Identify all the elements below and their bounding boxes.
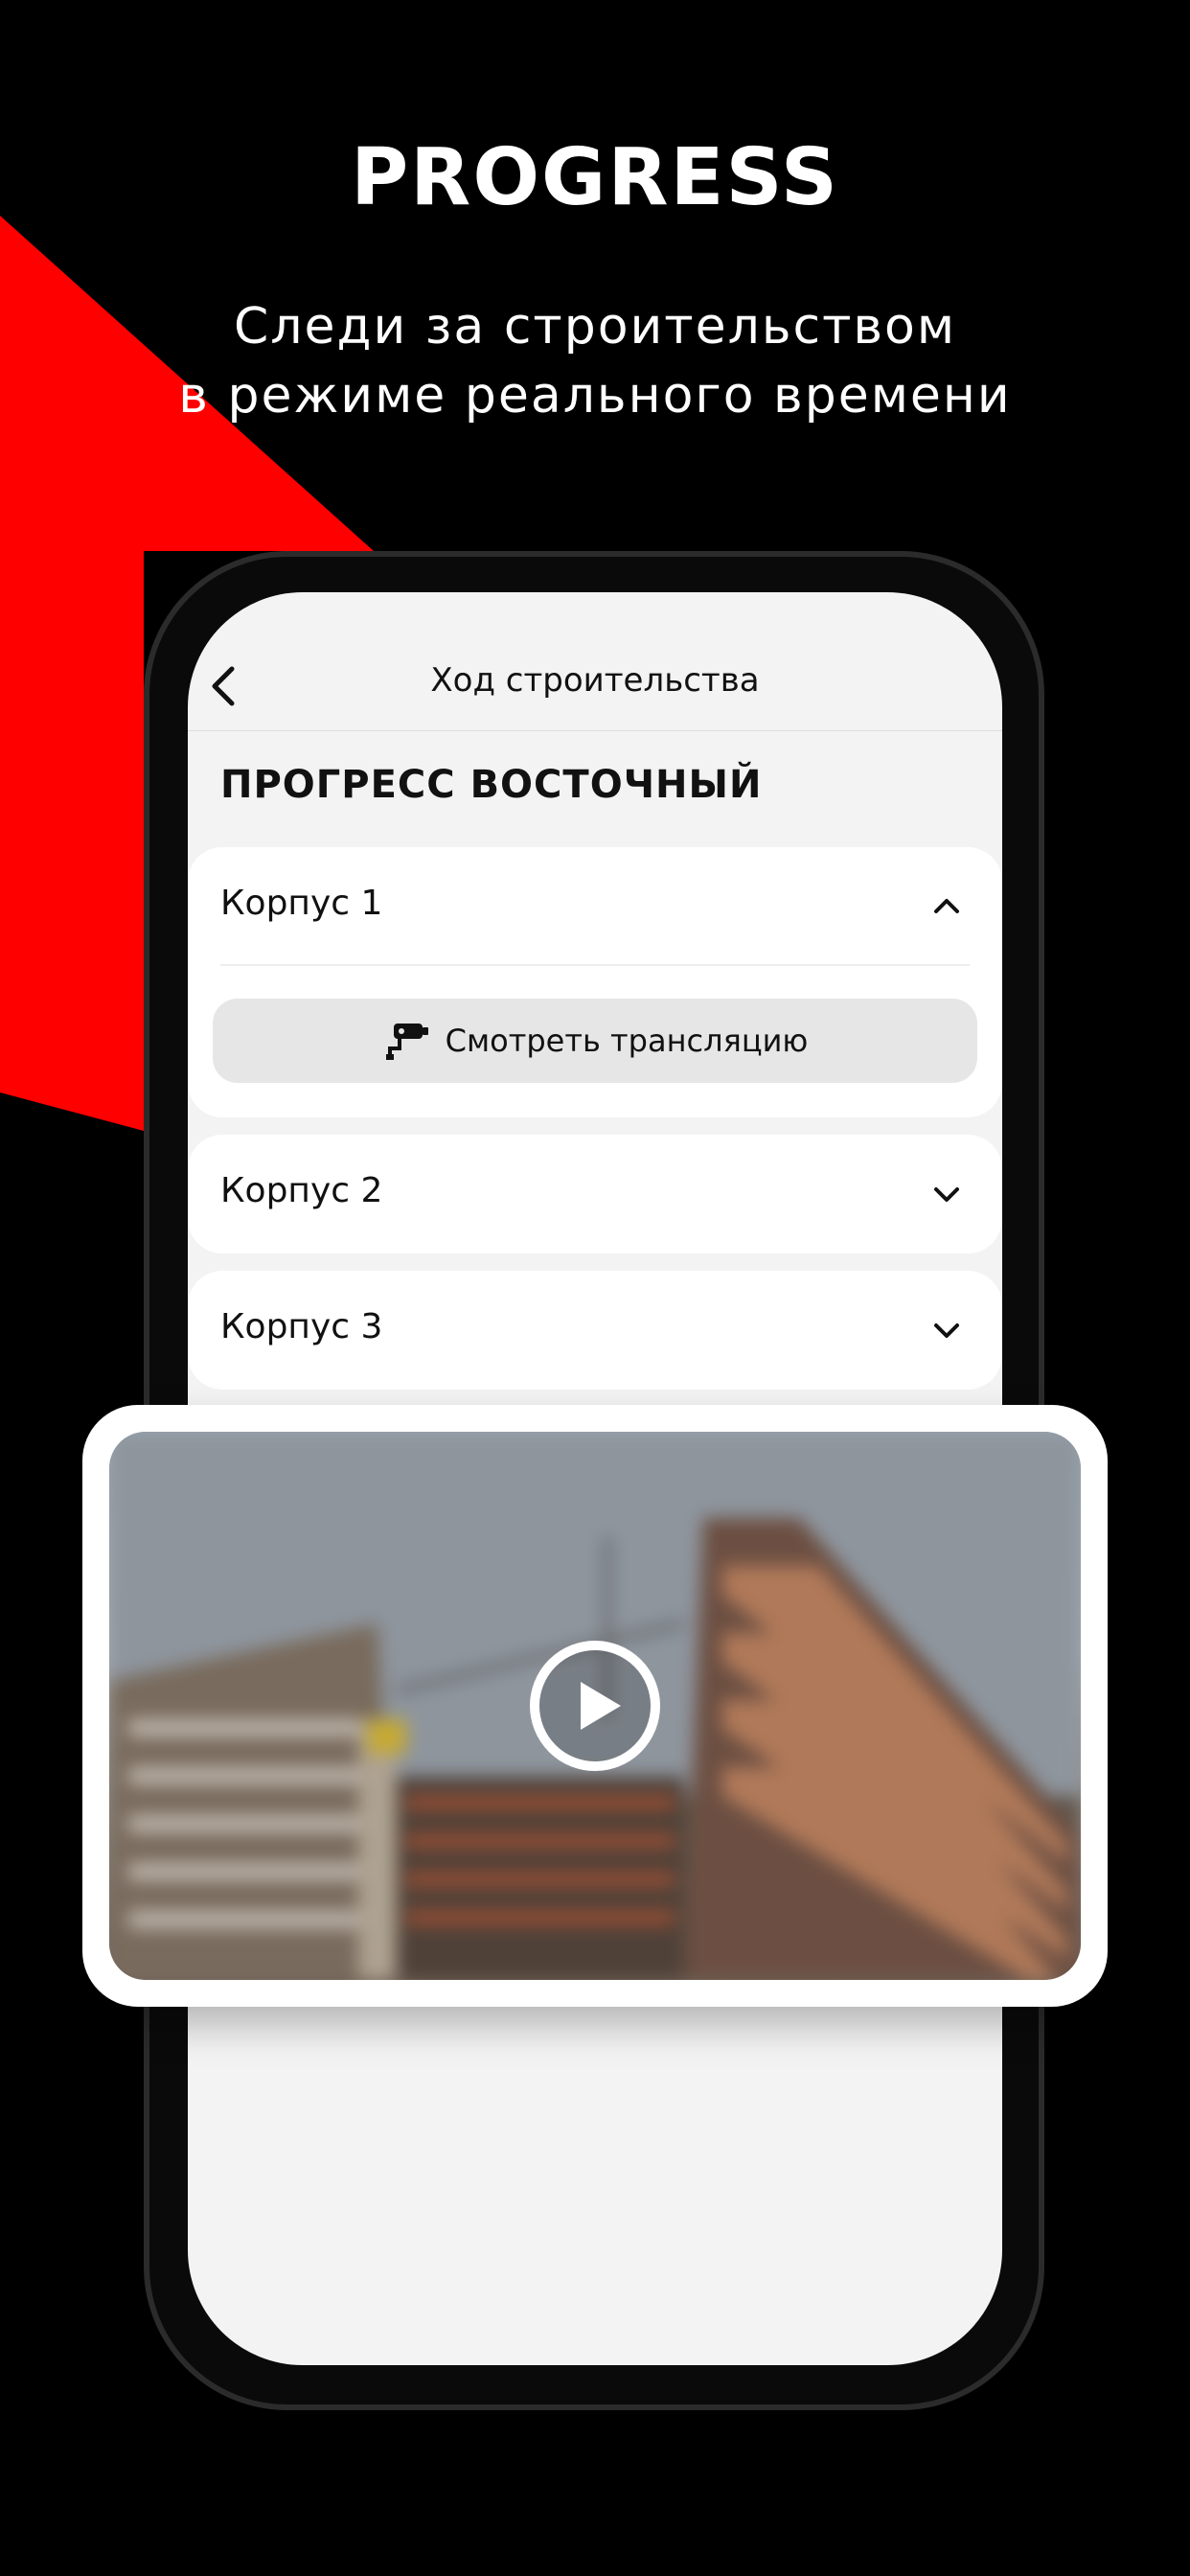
chevron-down-icon[interactable] bbox=[933, 1322, 960, 1340]
chevron-up-icon[interactable] bbox=[933, 897, 960, 914]
building-card-3[interactable]: Корпус 3 bbox=[188, 1271, 1002, 1390]
building-label: Корпус 1 bbox=[220, 884, 383, 923]
brand-logo: PROGRESS bbox=[351, 132, 839, 223]
divider bbox=[220, 964, 970, 966]
project-title: ПРОГРЕСС ВОСТОЧНЫЙ bbox=[220, 763, 763, 807]
camera-icon bbox=[385, 1024, 428, 1060]
tagline-line-2: в режиме реального времени bbox=[178, 367, 1012, 425]
building-label: Корпус 3 bbox=[220, 1307, 383, 1346]
page-title: Ход строительства bbox=[430, 661, 760, 700]
watch-stream-label: Смотреть трансляцию bbox=[445, 1023, 809, 1059]
chevron-down-icon[interactable] bbox=[933, 1186, 960, 1204]
nav-bar: Ход строительства bbox=[188, 592, 1002, 731]
video-player[interactable] bbox=[82, 1405, 1108, 2007]
tagline: Следи за строительством в режиме реально… bbox=[0, 292, 1190, 430]
building-label: Корпус 2 bbox=[220, 1171, 383, 1210]
building-card-2[interactable]: Корпус 2 bbox=[188, 1135, 1002, 1254]
video-preview[interactable] bbox=[109, 1432, 1081, 1980]
tagline-line-1: Следи за строительством bbox=[233, 298, 957, 356]
watch-stream-button[interactable]: Смотреть трансляцию bbox=[213, 999, 977, 1083]
play-icon[interactable] bbox=[529, 1640, 661, 1772]
building-card-1[interactable]: Корпус 1 Смотреть трансляцию bbox=[188, 847, 1002, 1117]
